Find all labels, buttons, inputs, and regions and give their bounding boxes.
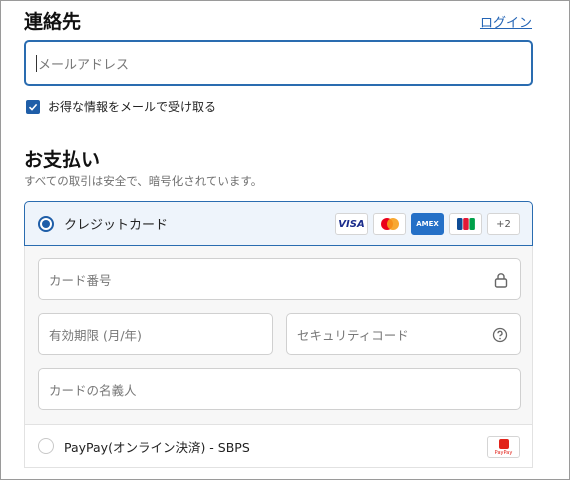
newsletter-label: お得な情報をメールで受け取る xyxy=(48,100,217,114)
expiry-field[interactable]: 有効期限 (月/年) xyxy=(38,313,273,355)
credit-card-label: クレジットカード xyxy=(64,218,169,233)
payment-option-paypay[interactable]: PayPay(オンライン決済) - SBPS PayPay xyxy=(24,424,533,468)
newsletter-option[interactable]: お得な情報をメールで受け取る xyxy=(26,98,216,115)
check-icon xyxy=(28,103,38,111)
lock-icon xyxy=(494,273,508,288)
payment-subtitle: すべての取引は安全で、暗号化されています。 xyxy=(24,174,263,188)
payment-section-title: お支払い xyxy=(24,149,101,171)
card-number-field[interactable]: カード番号 xyxy=(38,258,521,300)
cardholder-name-field[interactable]: カードの名義人 xyxy=(38,368,521,410)
email-input[interactable]: メールアドレス xyxy=(24,40,533,86)
card-fields-panel: カード番号 有効期限 (月/年) セキュリティコード カードの名義人 xyxy=(24,246,533,424)
amex-icon: AMEX xyxy=(411,213,444,235)
newsletter-checkbox[interactable] xyxy=(26,99,40,114)
contact-section-title: 連絡先 xyxy=(24,11,82,33)
credit-card-radio[interactable] xyxy=(38,215,54,232)
cardholder-name-placeholder: カードの名義人 xyxy=(49,382,137,398)
login-link[interactable]: ログイン xyxy=(480,12,532,31)
paypay-label: PayPay(オンライン決済) - SBPS xyxy=(64,439,250,455)
card-brand-list: VISA AMEX +2 xyxy=(335,213,520,235)
jcb-icon xyxy=(449,213,482,235)
security-code-field[interactable]: セキュリティコード xyxy=(286,313,521,355)
paypay-logo-icon: PayPay xyxy=(487,436,520,458)
paypay-radio[interactable] xyxy=(38,438,54,454)
card-number-placeholder: カード番号 xyxy=(49,272,112,288)
more-brands-badge: +2 xyxy=(487,213,520,235)
expiry-placeholder: 有効期限 (月/年) xyxy=(49,327,142,343)
mastercard-icon xyxy=(373,213,406,235)
payment-option-credit-card[interactable]: クレジットカード VISA AMEX +2 xyxy=(24,201,533,246)
help-icon[interactable] xyxy=(492,327,508,343)
visa-icon: VISA xyxy=(335,213,368,235)
security-code-placeholder: セキュリティコード xyxy=(297,327,409,343)
text-caret xyxy=(36,54,37,72)
email-placeholder: メールアドレス xyxy=(38,57,130,73)
